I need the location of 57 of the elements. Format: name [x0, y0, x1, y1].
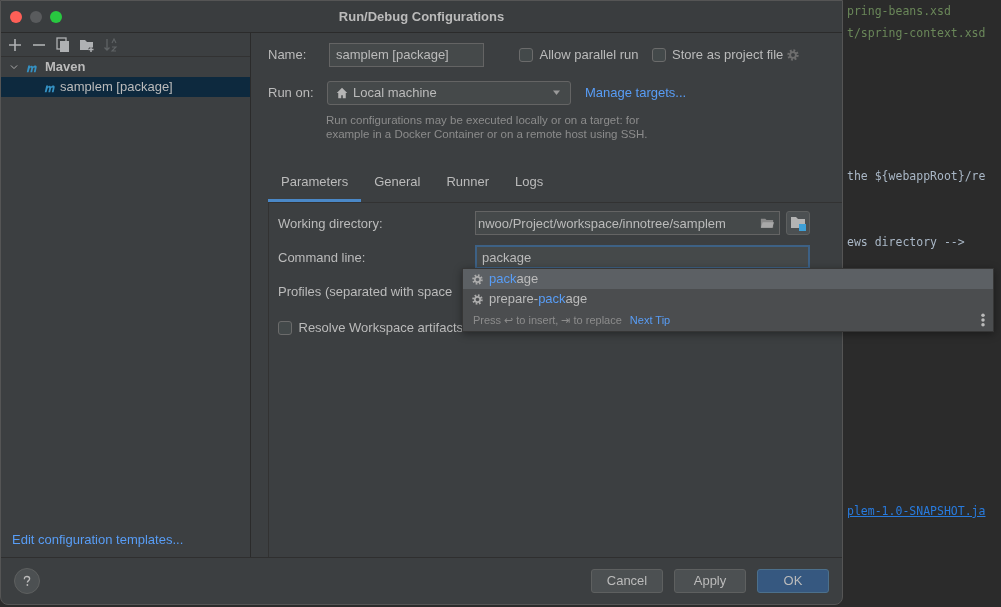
code-line: pring-beans.xsd: [847, 4, 951, 18]
help-button[interactable]: [14, 568, 40, 594]
manage-targets-link[interactable]: Manage targets...: [585, 83, 687, 103]
browse-button[interactable]: [786, 211, 810, 236]
hint-text: Run configurations may be executed locally or on a target: for example in a Docker Container or on a remote host using SSH.: [326, 113, 649, 142]
gear-icon: [471, 272, 484, 286]
field-label: Working directory:: [278, 214, 384, 233]
hint-text: Press ↩ to insert, ⇥ to replace: [473, 312, 622, 328]
add-icon[interactable]: [7, 36, 23, 53]
code-line: ews directory -->: [847, 235, 965, 249]
checkbox[interactable]: [519, 48, 533, 62]
field-label: Name:: [268, 46, 308, 65]
completion-item[interactable]: package: [463, 269, 993, 289]
close-button[interactable]: [10, 10, 22, 23]
tree-label: Maven: [45, 58, 86, 77]
code-line: the ${webappRoot}/re: [847, 169, 986, 183]
dropdown-arrow-icon: [551, 89, 562, 97]
tree-item[interactable]: Maven: [1, 57, 250, 77]
run-on-dropdown[interactable]: Local machine: [327, 81, 571, 105]
dialog-button[interactable]: Cancel: [591, 569, 663, 593]
checkbox-label: Store as project file: [672, 46, 784, 65]
gear-icon: [471, 292, 484, 306]
tab[interactable]: Runner: [433, 165, 503, 203]
edit-templates-link[interactable]: Edit configuration templates...: [1, 529, 250, 557]
gear-icon[interactable]: [786, 48, 801, 62]
tree-label: samplem [package]: [60, 78, 173, 97]
name-field[interactable]: samplem [package]: [329, 43, 484, 67]
checkbox-label: Allow parallel run: [539, 46, 639, 65]
field-label: Run on:: [268, 84, 315, 103]
copy-icon[interactable]: [55, 36, 71, 53]
checkbox-label: Resolve Workspace artifacts: [298, 319, 463, 338]
field-label: Command line:: [278, 248, 367, 267]
completion-text: prepare-package: [489, 290, 588, 309]
tab[interactable]: General: [361, 165, 434, 203]
folder-icon: [759, 216, 775, 231]
window-title: Run/Debug Configurations: [338, 8, 505, 24]
folder-icon: [790, 215, 806, 232]
tab[interactable]: Logs: [502, 165, 557, 203]
checkbox[interactable]: [278, 321, 292, 335]
question-icon: [21, 574, 33, 588]
working-directory-field[interactable]: nwoo/Project/workspace/innotree/samplem: [475, 211, 780, 236]
completion-text: package: [489, 270, 539, 289]
tab[interactable]: Parameters: [268, 165, 362, 203]
field-label: Profiles (separated with space: [278, 282, 454, 301]
checkbox[interactable]: [651, 48, 666, 62]
next-tip-link[interactable]: Next Tip: [629, 311, 671, 329]
ok-button[interactable]: OK: [757, 569, 829, 593]
chevron-icon[interactable]: [9, 62, 19, 72]
maximize-button[interactable]: [50, 10, 62, 23]
tree-item[interactable]: samplem [package]: [1, 77, 250, 97]
code-line: t/spring-context.xsd: [847, 26, 986, 40]
command-line-field[interactable]: package: [475, 245, 810, 270]
dialog-button[interactable]: Apply: [674, 569, 746, 593]
code-link[interactable]: plem-1.0-SNAPSHOT.ja: [847, 504, 986, 518]
completion-item[interactable]: prepare-package: [463, 289, 993, 309]
more-icon[interactable]: [981, 313, 985, 327]
home-icon: [336, 87, 348, 99]
